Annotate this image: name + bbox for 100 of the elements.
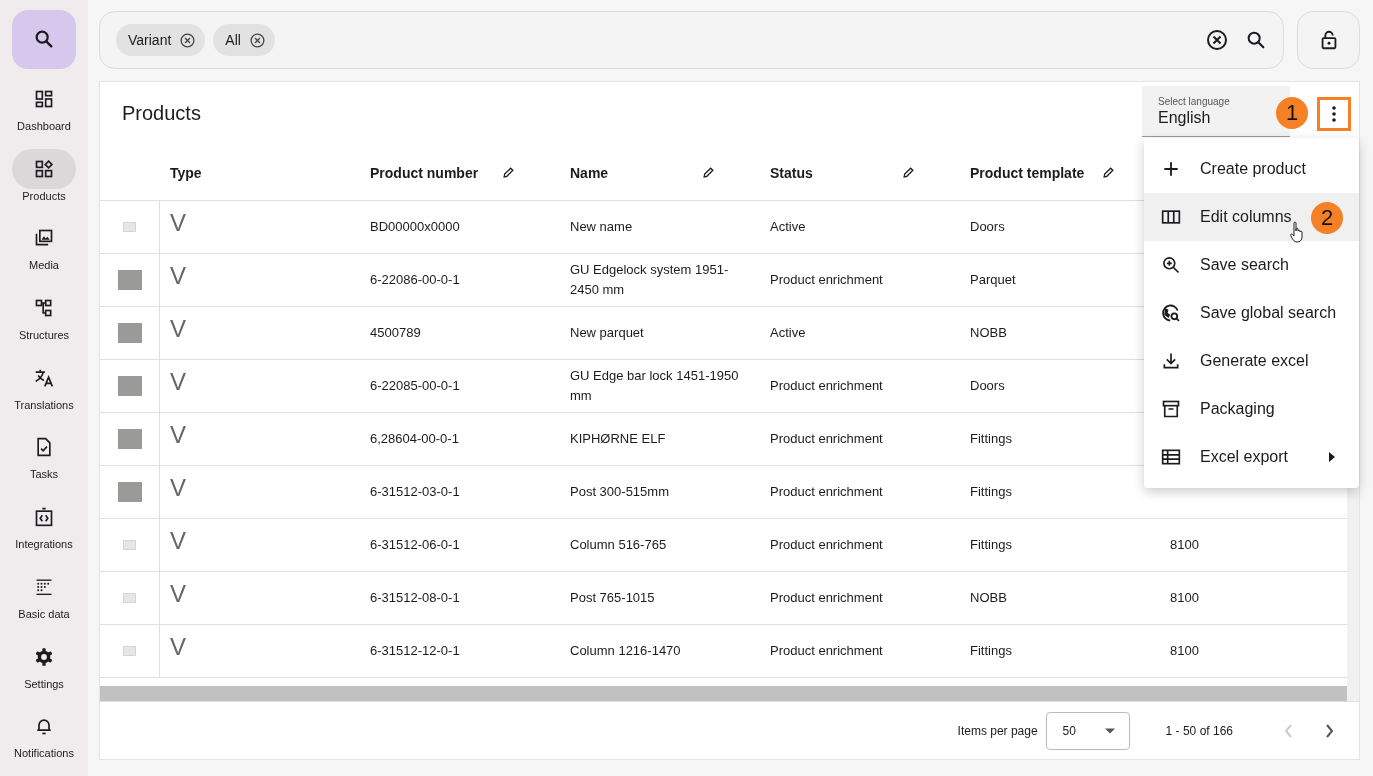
settings-icon: [34, 646, 54, 667]
search-button[interactable]: [12, 10, 76, 69]
more-options-button[interactable]: [1317, 97, 1351, 131]
menu-item[interactable]: Edit columns 2: [1144, 193, 1359, 241]
table-cell-text: Product enrichment: [770, 271, 883, 289]
table-cell-text: Fittings: [970, 483, 1012, 501]
nav-item[interactable]: Translations: [0, 357, 88, 428]
table-icon: [1161, 447, 1181, 467]
translate-icon: [34, 367, 54, 388]
table-cell-text: Product enrichment: [770, 377, 883, 395]
image-placeholder-icon: [123, 593, 136, 603]
table-cell-text: New parquet: [570, 324, 644, 342]
table-cell-text: Fittings: [970, 430, 1012, 448]
table-cell-text: GU Edgelock system 1951-2450 mm: [570, 261, 730, 299]
pencil-icon[interactable]: [502, 166, 515, 179]
table-cell-text: NOBB: [970, 589, 1007, 607]
photo-placeholder: [117, 482, 142, 502]
table-cell-text: 6-22085-00-0-1: [370, 377, 460, 395]
column-header: Product number: [370, 164, 480, 181]
lock-button[interactable]: [1297, 11, 1360, 69]
columns-icon: [1161, 207, 1181, 227]
table-cell: V: [170, 262, 186, 290]
nav-item[interactable]: Integrations: [0, 497, 88, 567]
table-cell-text: Product enrichment: [770, 483, 883, 501]
kebab-icon: [1332, 106, 1336, 122]
table-cell-text: 8100: [1170, 642, 1199, 660]
callout-badge: 1: [1276, 97, 1308, 129]
nav-item[interactable]: Basic data: [0, 566, 88, 637]
hierarchy-icon: [34, 298, 54, 319]
horizontal-scrollbar-thumb[interactable]: [100, 686, 1347, 701]
table-cell-text: 8100: [1170, 536, 1199, 554]
table-cell-text: Product enrichment: [770, 430, 883, 448]
table-cell-text: Product enrichment: [770, 536, 883, 554]
search-icon[interactable]: [1245, 29, 1267, 51]
callout-badge: 2: [1311, 202, 1343, 234]
nav-item[interactable]: Notifications: [0, 706, 88, 776]
download-icon: [1161, 351, 1181, 371]
table-cell-text: 6,28604-00-0-1: [370, 430, 459, 448]
table-cell: V: [170, 209, 186, 237]
bell-icon: [34, 716, 54, 737]
filter-chip[interactable]: Variant: [116, 24, 206, 56]
nav-item[interactable]: Structures: [0, 288, 88, 358]
column-header: Type: [170, 164, 203, 181]
table-cell-text: NOBB: [970, 324, 1007, 342]
nav-item[interactable]: Tasks: [0, 427, 88, 498]
table-cell: V: [170, 368, 186, 396]
table-cell-text: 6-22086-00-0-1: [370, 271, 460, 289]
table-row[interactable]: V 6-31512-08-0-1 Post 765-1015 Product enrichment NOBB 8100: [100, 572, 1347, 625]
clear-icon[interactable]: [1205, 28, 1229, 52]
items-per-page-label: Items per page: [957, 723, 1038, 738]
submenu-arrow-icon: [1329, 452, 1335, 462]
menu-item[interactable]: Create product: [1144, 145, 1359, 193]
table-cell-text: Doors: [970, 377, 1005, 395]
table-cell-text: 6-31512-06-0-1: [370, 536, 460, 554]
image-placeholder-icon: [123, 222, 136, 232]
table-cell-text: Parquet: [970, 271, 1016, 289]
table-cell-text: BD00000x0000: [370, 218, 460, 236]
dropdown-caret-icon: [1104, 727, 1115, 734]
chevron-right-icon: [1323, 723, 1335, 738]
table-cell-text: 6-31512-12-0-1: [370, 642, 460, 660]
integration-icon: [34, 507, 54, 528]
page-title: Products: [122, 102, 201, 125]
column-header: Name: [570, 164, 610, 181]
pencil-icon[interactable]: [902, 166, 915, 179]
photo-placeholder: [117, 270, 142, 290]
table-cell: V: [170, 315, 186, 343]
table-cell: V: [170, 633, 186, 661]
table-cell-text: GU Edge bar lock 1451-1950 mm: [570, 367, 740, 405]
table-cell-text: Active: [770, 324, 806, 342]
remove-icon[interactable]: [179, 31, 197, 49]
table-cell: V: [170, 421, 186, 449]
table-row[interactable]: V 6-31512-06-0-1 Column 516-765 Product enrichment Fittings 8100: [100, 519, 1347, 572]
pencil-icon[interactable]: [702, 166, 715, 179]
nav-item[interactable]: Settings: [0, 636, 88, 707]
chevron-left-icon: [1283, 723, 1295, 738]
table-cell-text: Post 765-1015: [570, 589, 655, 607]
page-size-select[interactable]: 50: [1045, 711, 1130, 750]
nav-item[interactable]: Media: [0, 218, 88, 289]
page-range: 1 - 50 of 166: [1165, 723, 1233, 738]
table-cell-text: Product enrichment: [770, 589, 883, 607]
table-cell: V: [170, 527, 186, 555]
filter-chip[interactable]: All: [213, 24, 275, 56]
table-cell-text: Fittings: [970, 642, 1012, 660]
image-placeholder-icon: [123, 646, 136, 656]
image-library-icon: [34, 228, 54, 249]
column-header: Product template: [970, 164, 1086, 181]
table-cell-text: Column 1216-1470: [570, 642, 681, 660]
globe-search-icon: [1161, 303, 1181, 323]
photo-placeholder: [117, 429, 142, 449]
nav-item[interactable]: Dashboard: [0, 78, 88, 149]
pencil-icon[interactable]: [1102, 166, 1115, 179]
table-row[interactable]: V 6-31512-12-0-1 Column 1216-1470 Product enrichment Fittings 8100: [100, 625, 1347, 678]
dashboard-icon: [34, 88, 54, 109]
archive-box-icon: [1161, 399, 1181, 419]
nav-item[interactable]: Products: [0, 148, 88, 219]
table-cell-text: 6-31512-03-0-1: [370, 483, 460, 501]
table-cell-text: Doors: [970, 218, 1005, 236]
table-cell-text: Active: [770, 218, 806, 236]
remove-icon[interactable]: [248, 31, 266, 49]
table-cell-text: 6-31512-08-0-1: [370, 589, 460, 607]
